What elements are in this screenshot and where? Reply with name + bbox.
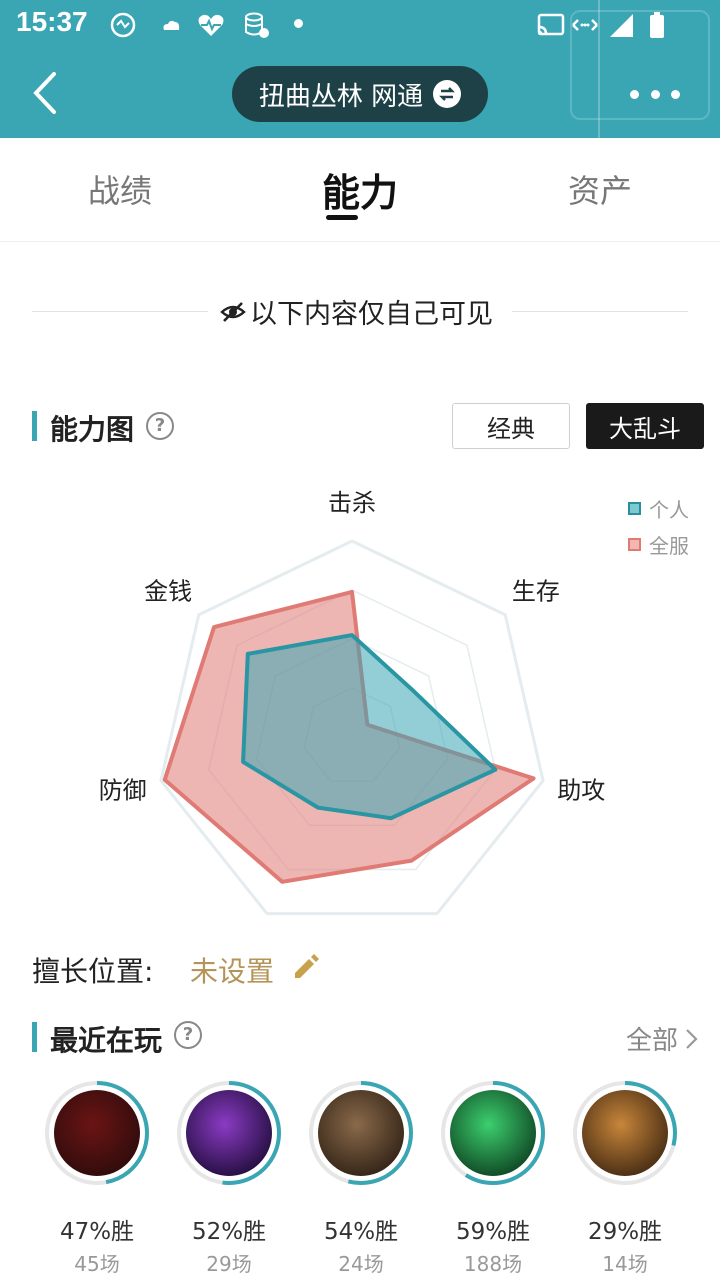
status-time: 15:37 (16, 6, 88, 37)
edit-pencil-icon[interactable] (290, 953, 320, 983)
champion-card[interactable]: 59%胜 188场 (438, 1080, 548, 1277)
legend-item: 个人 (628, 490, 689, 526)
tab-bar: 战绩 能力 资产 (0, 138, 720, 242)
radar-axis-label: 击杀 (328, 489, 376, 517)
back-button[interactable] (26, 66, 66, 120)
more-options-button[interactable] (630, 84, 680, 104)
server-title: 扭曲丛林 网通 (258, 81, 424, 112)
cast-icon (537, 13, 565, 36)
active-tab-indicator (326, 215, 358, 220)
champion-win-rate: 54%胜 (323, 1219, 399, 1245)
mode-classic-button[interactable]: 经典 (452, 403, 570, 449)
data-transfer-icon (572, 19, 598, 31)
more-dot-icon (650, 89, 660, 99)
app-notification-icon (110, 12, 136, 38)
privacy-notice-text: 以下内容仅自己可见 (250, 299, 493, 330)
win-rate-ring (308, 1080, 414, 1186)
status-bar: 15:37 (0, 0, 720, 50)
help-icon[interactable]: ? (146, 412, 174, 440)
ability-chart-title: 能力图 (50, 413, 135, 446)
legend-item: 全服 (628, 526, 689, 562)
view-all-label: 全部 (626, 1026, 679, 1056)
preferred-position-value[interactable]: 未设置 (190, 950, 274, 990)
legend-swatch-server (628, 537, 641, 551)
ability-radar-chart: 击杀生存助攻物理魔法防御金钱 (99, 489, 605, 916)
champion-win-rate: 59%胜 (455, 1219, 531, 1245)
champion-avatar (318, 1090, 404, 1176)
app-header: 15:37 扭曲丛林 网通 (0, 0, 720, 138)
champion-card[interactable]: 52%胜 29场 (174, 1080, 284, 1277)
champion-win-rate: 52%胜 (191, 1219, 267, 1245)
radar-axis-label: 防御 (99, 776, 147, 804)
mode-aram-button[interactable]: 大乱斗 (586, 403, 704, 449)
champion-avatar (54, 1090, 140, 1176)
divider (512, 311, 688, 312)
radar-axis-label: 金钱 (144, 577, 192, 605)
radar-axis-label: 生存 (512, 577, 560, 605)
more-dot-icon (671, 89, 680, 99)
win-rate-ring (572, 1080, 678, 1186)
cloud-icon (163, 20, 180, 30)
recent-title: 最近在玩 (50, 1024, 163, 1057)
preferred-position-label: 擅长位置: (32, 955, 154, 988)
view-all-link[interactable]: 全部 (626, 1020, 700, 1057)
privacy-notice: 以下内容仅自己可见 (220, 292, 493, 331)
win-rate-ring (44, 1080, 150, 1186)
eye-hidden-icon (220, 301, 246, 322)
heart-pulse-icon (198, 14, 224, 36)
swap-icon (433, 80, 462, 108)
champion-card[interactable]: 29%胜 14场 (570, 1080, 680, 1277)
legend-swatch-personal (628, 501, 641, 515)
chevron-right-icon (686, 1028, 698, 1049)
champion-games-count: 29场 (206, 1252, 252, 1276)
tab-ability[interactable]: 能力 (260, 162, 460, 217)
champion-avatar (582, 1090, 668, 1176)
champion-card[interactable]: 54%胜 24场 (306, 1080, 416, 1277)
win-rate-ring (440, 1080, 546, 1186)
legend-label-personal: 个人 (649, 497, 689, 522)
tab-assets[interactable]: 资产 (500, 166, 700, 212)
database-icon (245, 12, 269, 38)
champion-card[interactable]: 47%胜 45场 (42, 1080, 152, 1277)
champion-avatar (186, 1090, 272, 1176)
server-switch-button[interactable]: 扭曲丛林 网通 (232, 66, 488, 122)
champion-games-count: 24场 (338, 1252, 384, 1276)
battery-icon (650, 12, 664, 38)
champion-avatar (450, 1090, 536, 1176)
champion-games-count: 14场 (602, 1252, 648, 1276)
champion-win-rate: 29%胜 (587, 1219, 663, 1245)
champion-win-rate: 47%胜 (59, 1219, 135, 1245)
win-rate-ring (176, 1080, 282, 1186)
champion-games-count: 45场 (74, 1252, 120, 1276)
chart-legend: 个人 全服 (628, 490, 689, 562)
help-icon[interactable]: ? (174, 1021, 202, 1049)
radar-axis-label: 助攻 (557, 776, 605, 804)
champion-games-count: 188场 (463, 1252, 523, 1276)
signal-icon (610, 14, 633, 37)
legend-label-server: 全服 (649, 533, 689, 558)
section-accent (32, 411, 37, 441)
tab-record[interactable]: 战绩 (20, 166, 220, 212)
notification-dot-icon (294, 19, 303, 28)
divider (32, 311, 208, 312)
more-dot-icon (630, 89, 639, 99)
section-accent (32, 1022, 37, 1052)
